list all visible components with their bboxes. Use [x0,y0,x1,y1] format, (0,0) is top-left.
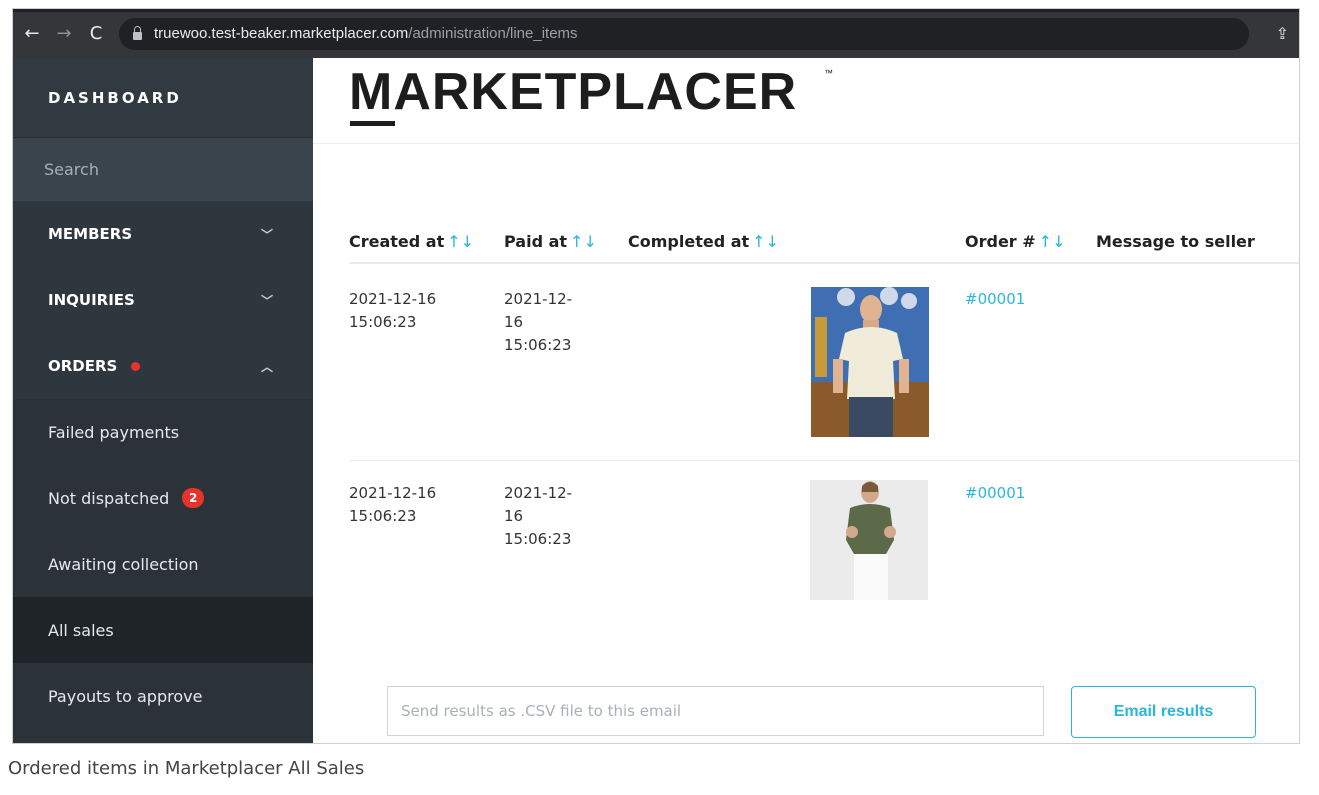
sidebar-item-label: Awaiting collection [48,554,199,574]
column-created-at[interactable]: Created at ↑↓ [349,232,474,251]
browser-toolbar: ← → C truewoo.test-beaker.marketplacer.c… [13,9,1299,58]
order-number[interactable]: #00001 [965,290,1025,308]
created-at-cell: 2021-12-16 15:06:23 [349,482,469,528]
sidebar-section-label: MEMBERS [48,225,133,243]
sidebar-item-label: Not dispatched [48,488,170,508]
paid-date-part2: 16 [504,313,524,331]
column-paid-at[interactable]: Paid at ↑↓ [504,232,597,251]
column-completed-at[interactable]: Completed at ↑↓ [628,232,779,251]
share-icon[interactable]: ⇪ [1276,24,1289,43]
sort-arrows-icon[interactable]: ↑↓ [1039,232,1066,251]
column-label: Created at [349,232,445,251]
order-number-link[interactable]: #00001 [965,288,1025,311]
main-content: MARKETPLACER ™ Created at ↑↓ Paid at ↑↓ Co… [313,58,1299,743]
paid-time: 15:06:23 [504,530,572,548]
table-row: 2021-12-16 15:06:23 2021-12- 16 15:06:23 [349,264,1299,461]
column-order-number[interactable]: Order # ↑↓ [965,232,1065,251]
paid-time: 15:06:23 [504,336,572,354]
screenshot-frame: ← → C truewoo.test-beaker.marketplacer.c… [12,8,1300,744]
paid-at-cell: 2021-12- 16 15:06:23 [504,288,584,357]
product-photo-woman-green-jacket [810,480,928,600]
header-divider [313,143,1299,144]
count-badge: 2 [182,488,205,508]
sidebar-item-awaiting-collection[interactable]: Awaiting collection [13,531,313,597]
sidebar-item-failed-payments[interactable]: Failed payments [13,399,313,465]
sidebar-section-label: INQUIRIES [48,291,135,309]
admin-sidebar: DASHBOARD Search MEMBERS ﹀ INQUIRIES ﹀ O… [13,58,313,743]
column-label: Order # [965,232,1036,251]
paid-date-part1: 2021-12- [504,290,573,308]
sidebar-section-members[interactable]: MEMBERS ﹀ [13,201,313,267]
sidebar-item-label: Payouts to approve [48,686,203,706]
created-time: 15:06:23 [349,507,417,525]
brand-logo: MARKETPLACER [349,63,798,121]
sort-arrows-icon[interactable]: ↑↓ [447,232,474,251]
created-at-cell: 2021-12-16 15:06:23 [349,288,469,334]
sidebar-item-all-sales[interactable]: All sales [13,597,313,663]
sort-arrows-icon[interactable]: ↑↓ [570,232,597,251]
product-thumbnail[interactable] [811,287,929,437]
reload-icon[interactable]: C [83,21,109,47]
browser-top-edge [13,9,1299,12]
sidebar-search-input[interactable]: Search [13,138,313,201]
back-arrow-icon[interactable]: ← [19,21,45,47]
alert-dot-icon [131,361,141,371]
lock-icon [133,25,142,40]
sort-arrows-icon[interactable]: ↑↓ [752,232,779,251]
figure-caption: Ordered items in Marketplacer All Sales [8,758,365,779]
url-path: /administration/line_items [408,25,578,42]
created-date: 2021-12-16 [349,290,437,308]
created-date: 2021-12-16 [349,484,437,502]
chevron-up-icon: ︿ [260,359,273,374]
product-thumbnail[interactable] [810,480,928,600]
address-bar[interactable]: truewoo.test-beaker.marketplacer.com/adm… [119,17,1249,50]
column-message-to-seller: Message to seller [1096,232,1255,251]
sidebar-dashboard[interactable]: DASHBOARD [13,58,313,138]
column-label: Completed at [628,232,750,251]
sidebar-item-label: All sales [48,620,114,640]
url-host: truewoo.test-beaker.marketplacer.com [154,25,409,42]
email-results-button[interactable]: Email results [1071,686,1256,738]
paid-date-part1: 2021-12- [504,484,573,502]
sidebar-section-orders[interactable]: ORDERS ︿ [13,333,313,399]
table-row: 2021-12-16 15:06:23 2021-12- 16 15:06:23 [349,461,1299,621]
order-number-link[interactable]: #00001 [965,482,1025,505]
product-photo-man-white-tshirt [811,287,929,437]
order-number[interactable]: #00001 [965,484,1025,502]
csv-email-input[interactable]: Send results as .CSV file to this email [387,686,1044,736]
forward-arrow-icon[interactable]: → [51,21,77,47]
paid-date-part2: 16 [504,507,524,525]
paid-at-cell: 2021-12- 16 15:06:23 [504,482,584,551]
sidebar-section-inquiries[interactable]: INQUIRIES ﹀ [13,267,313,333]
table-header: Created at ↑↓ Paid at ↑↓ Completed at ↑↓ Or… [349,228,1299,264]
sidebar-item-label: Failed payments [48,422,180,442]
sidebar-section-label: ORDERS [48,357,118,375]
brand-logo-underline [350,121,395,126]
brand-trademark: ™ [824,68,833,78]
created-time: 15:06:23 [349,313,417,331]
chevron-down-icon: ﹀ [260,227,273,242]
chevron-down-icon: ﹀ [260,293,273,308]
sidebar-item-payouts-to-approve[interactable]: Payouts to approve [13,663,313,729]
column-label: Paid at [504,232,568,251]
sidebar-item-not-dispatched[interactable]: Not dispatched 2 [13,465,313,531]
